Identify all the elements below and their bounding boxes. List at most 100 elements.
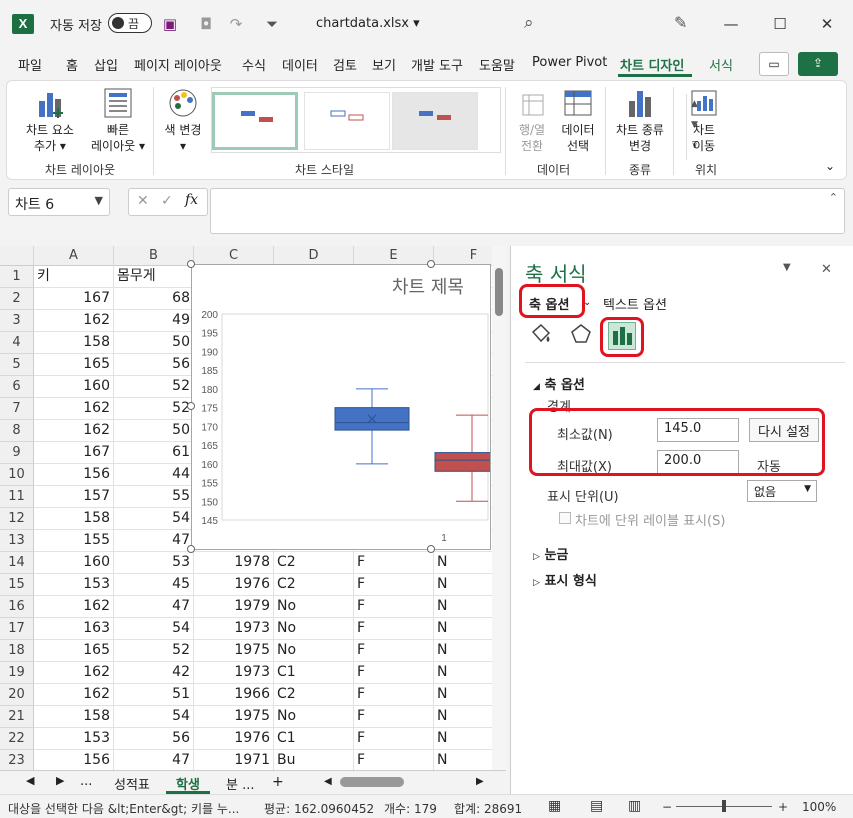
table-cell[interactable]: C2: [274, 552, 354, 574]
column-header-c[interactable]: C: [194, 246, 274, 266]
tab-help[interactable]: 도움말: [479, 55, 515, 74]
show-units-checkbox[interactable]: [559, 512, 571, 524]
column-header-d[interactable]: D: [274, 246, 354, 266]
select-all-corner[interactable]: [0, 246, 34, 266]
resize-handle-tm[interactable]: [427, 260, 435, 268]
tab-chart-design[interactable]: 차트 디자인: [620, 55, 684, 74]
close-icon[interactable]: ✕: [812, 12, 842, 36]
page-layout-view-icon[interactable]: ▤: [590, 798, 603, 814]
sheet-tab-grades[interactable]: 성적표: [114, 774, 150, 793]
axis-options-section[interactable]: ◢ 축 옵션: [533, 374, 585, 393]
row-header[interactable]: 18: [0, 640, 34, 662]
display-units-select[interactable]: 없음 ▼: [747, 480, 817, 502]
table-cell[interactable]: 52: [114, 398, 194, 420]
table-cell[interactable]: 키: [34, 266, 114, 288]
table-cell[interactable]: 1975: [194, 640, 274, 662]
next-sheet-icon[interactable]: ▶: [56, 774, 64, 787]
table-cell[interactable]: 1976: [194, 574, 274, 596]
zoom-slider-thumb[interactable]: [722, 800, 726, 812]
zoom-level[interactable]: 100%: [802, 800, 836, 814]
resize-handle-tl[interactable]: [187, 260, 195, 268]
row-header[interactable]: 1: [0, 266, 34, 288]
row-header[interactable]: 21: [0, 706, 34, 728]
row-header[interactable]: 23: [0, 750, 34, 770]
tab-insert[interactable]: 삽입: [94, 55, 118, 74]
table-cell[interactable]: F: [354, 684, 434, 706]
table-cell[interactable]: 1975: [194, 706, 274, 728]
fill-line-icon[interactable]: [527, 322, 555, 350]
row-header[interactable]: 16: [0, 596, 34, 618]
table-cell[interactable]: 42: [114, 662, 194, 684]
switch-row-column-button[interactable]: 행/열 전환: [509, 87, 555, 154]
autosave-toggle[interactable]: 끔: [108, 13, 152, 33]
table-cell[interactable]: No: [274, 706, 354, 728]
table-cell[interactable]: 167: [34, 288, 114, 310]
table-cell[interactable]: 47: [114, 750, 194, 770]
row-header[interactable]: 10: [0, 464, 34, 486]
table-cell[interactable]: C1: [274, 728, 354, 750]
scrollbar-thumb[interactable]: [495, 268, 503, 316]
table-cell[interactable]: 162: [34, 684, 114, 706]
table-cell[interactable]: 156: [34, 464, 114, 486]
table-cell[interactable]: No: [274, 618, 354, 640]
table-cell[interactable]: 54: [114, 618, 194, 640]
tick-marks-section[interactable]: ▷ 눈금: [533, 544, 568, 563]
designer-pen-icon[interactable]: ✎: [674, 13, 687, 32]
table-cell[interactable]: 160: [34, 376, 114, 398]
chart-style-2[interactable]: [304, 92, 390, 150]
row-header[interactable]: 14: [0, 552, 34, 574]
table-cell[interactable]: 50: [114, 332, 194, 354]
share-icon[interactable]: ⇪: [798, 52, 838, 76]
file-name[interactable]: chartdata.xlsx ▾: [316, 16, 420, 31]
chart-style-1[interactable]: [212, 92, 298, 150]
table-cell[interactable]: 167: [34, 442, 114, 464]
table-cell[interactable]: 50: [114, 420, 194, 442]
search-icon[interactable]: ⌕: [524, 13, 534, 33]
table-cell[interactable]: 52: [114, 640, 194, 662]
text-options-tab[interactable]: 텍스트 옵션: [603, 294, 667, 313]
insert-function-icon[interactable]: fx: [185, 192, 198, 208]
table-cell[interactable]: F: [354, 750, 434, 770]
table-cell[interactable]: F: [354, 596, 434, 618]
tab-developer[interactable]: 개발 도구: [411, 55, 463, 74]
table-cell[interactable]: 1978: [194, 552, 274, 574]
collapse-ribbon-icon[interactable]: ⌄: [825, 159, 835, 173]
effects-icon[interactable]: [567, 322, 595, 350]
table-cell[interactable]: C2: [274, 574, 354, 596]
change-colors-button[interactable]: 색 변경 ▾: [157, 87, 209, 154]
table-cell[interactable]: 153: [34, 574, 114, 596]
add-chart-element-button[interactable]: 차트 요소 추가 ▾: [19, 87, 81, 154]
row-header[interactable]: 8: [0, 420, 34, 442]
table-cell[interactable]: 1971: [194, 750, 274, 770]
tab-power-pivot[interactable]: Power Pivot: [532, 55, 607, 70]
table-cell[interactable]: 54: [114, 508, 194, 530]
table-cell[interactable]: 1976: [194, 728, 274, 750]
table-cell[interactable]: 45: [114, 574, 194, 596]
table-cell[interactable]: F: [354, 618, 434, 640]
table-cell[interactable]: C2: [274, 684, 354, 706]
zoom-in-icon[interactable]: +: [778, 800, 788, 814]
row-header[interactable]: 9: [0, 442, 34, 464]
table-cell[interactable]: 162: [34, 310, 114, 332]
move-chart-button[interactable]: 차트 이동: [679, 87, 729, 154]
row-header[interactable]: 22: [0, 728, 34, 750]
redo-icon[interactable]: ↷: [226, 14, 246, 34]
zoom-out-icon[interactable]: −: [662, 800, 672, 814]
table-cell[interactable]: 51: [114, 684, 194, 706]
table-cell[interactable]: F: [354, 706, 434, 728]
row-header[interactable]: 4: [0, 332, 34, 354]
vertical-scrollbar[interactable]: [492, 246, 506, 770]
sheet-tab-3[interactable]: 분 ...: [226, 774, 255, 793]
table-cell[interactable]: 165: [34, 354, 114, 376]
maximize-icon[interactable]: ☐: [765, 12, 795, 36]
cancel-icon[interactable]: ✕: [137, 193, 149, 209]
column-header-b[interactable]: B: [114, 246, 194, 266]
horizontal-scrollbar-thumb[interactable]: [340, 777, 404, 787]
table-cell[interactable]: 156: [34, 750, 114, 770]
row-header[interactable]: 11: [0, 486, 34, 508]
table-cell[interactable]: 61: [114, 442, 194, 464]
table-cell[interactable]: 162: [34, 596, 114, 618]
row-header[interactable]: 7: [0, 398, 34, 420]
chart-style-3[interactable]: [392, 92, 478, 150]
table-cell[interactable]: No: [274, 640, 354, 662]
